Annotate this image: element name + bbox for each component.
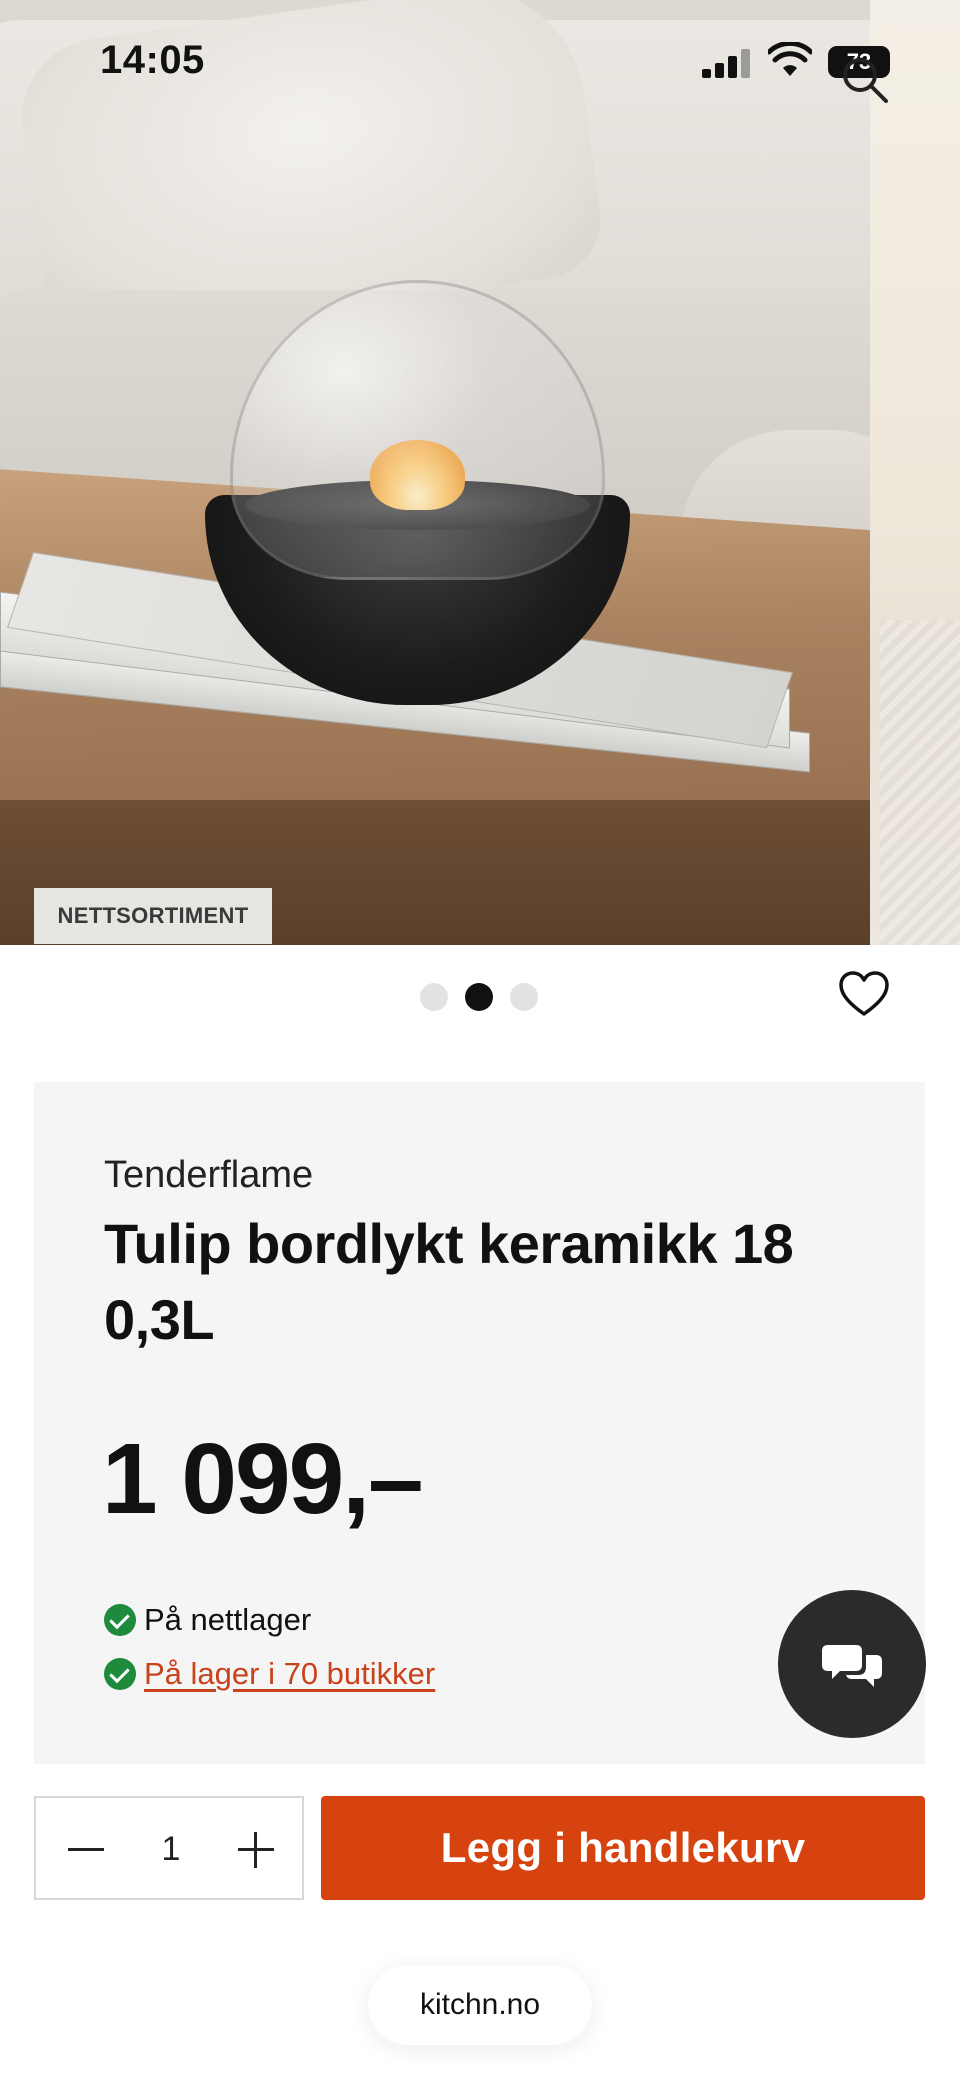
carousel-dot[interactable] (420, 983, 448, 1011)
assortment-badge: NETTSORTIMENT (34, 888, 272, 944)
next-image-peek (870, 0, 960, 945)
lantern-illustration (205, 280, 630, 705)
online-stock-label: På nettlager (144, 1602, 312, 1637)
brand-name[interactable]: Tenderflame (104, 1154, 313, 1197)
search-icon[interactable] (840, 55, 890, 105)
heart-icon[interactable] (838, 968, 890, 1020)
quantity-stepper: 1 (34, 1796, 304, 1900)
status-time: 14:05 (100, 38, 205, 82)
store-stock-status[interactable]: På lager i 70 butikker (104, 1656, 435, 1692)
product-price: 1 099,– (102, 1423, 424, 1535)
chat-button[interactable] (778, 1590, 926, 1738)
carousel-dot-active[interactable] (465, 983, 493, 1011)
quantity-value[interactable]: 1 (146, 1830, 196, 1869)
browser-url-bar[interactable]: kitchn.no (368, 1965, 592, 2045)
online-stock-status: På nettlager (104, 1602, 311, 1638)
check-icon (104, 1604, 136, 1636)
product-page: NETTSORTIMENT 14:05 73 Tenderflame Tulip… (0, 0, 960, 2078)
add-to-cart-button[interactable]: Legg i handlekurv (321, 1796, 925, 1900)
plus-icon[interactable] (232, 1826, 280, 1874)
check-icon (104, 1658, 136, 1690)
carousel-indicator (420, 982, 540, 1012)
minus-icon[interactable] (62, 1826, 110, 1874)
carousel-dot[interactable] (510, 983, 538, 1011)
wifi-icon (768, 42, 812, 76)
product-image-carousel[interactable]: NETTSORTIMENT (0, 0, 960, 945)
chat-icon (822, 1645, 882, 1687)
signal-icon (702, 48, 752, 78)
product-image (0, 0, 870, 945)
product-title: Tulip bordlykt keramikk 18 0,3L (104, 1212, 794, 1351)
store-stock-link[interactable]: På lager i 70 butikker (144, 1656, 435, 1692)
status-bar: 14:05 73 (0, 0, 960, 120)
